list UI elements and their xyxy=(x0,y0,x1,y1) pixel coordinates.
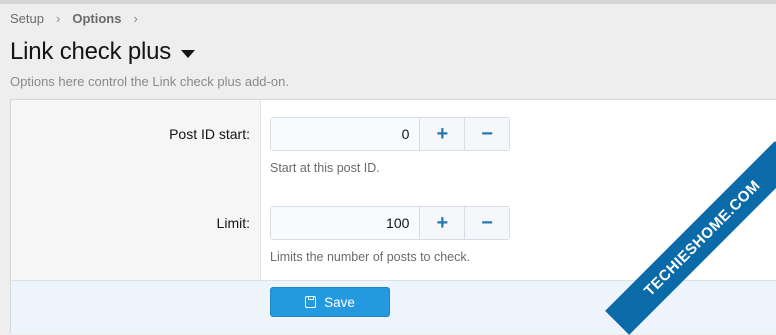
post-id-start-label: Post ID start: xyxy=(169,126,250,142)
plus-icon[interactable]: + xyxy=(420,207,465,239)
breadcrumb-item-options[interactable]: Options xyxy=(72,11,121,26)
save-button-label: Save xyxy=(324,294,355,310)
post-id-start-input[interactable]: 0 xyxy=(271,118,421,150)
page-description: Options here control the Link check plus… xyxy=(10,74,289,89)
minus-icon[interactable]: − xyxy=(464,207,510,239)
limit-stepper: 100 + − xyxy=(270,206,510,240)
page-title: Link check plus xyxy=(10,38,172,65)
post-id-start-stepper: 0 + − xyxy=(270,117,510,151)
limit-input[interactable]: 100 xyxy=(271,207,421,239)
post-id-start-hint: Start at this post ID. xyxy=(270,161,380,175)
chevron-right-icon: › xyxy=(55,11,61,26)
limit-hint: Limits the number of posts to check. xyxy=(270,250,471,264)
title-row[interactable]: Link check plus xyxy=(10,38,196,66)
caret-down-icon[interactable] xyxy=(181,50,196,58)
plus-icon[interactable]: + xyxy=(420,118,465,150)
limit-label: Limit: xyxy=(216,215,250,231)
chevron-right-icon: › xyxy=(133,11,138,26)
breadcrumb-item-setup[interactable]: Setup xyxy=(10,11,44,26)
top-bar xyxy=(0,0,776,4)
breadcrumb: Setup › Options › xyxy=(10,11,150,26)
save-disk-icon xyxy=(305,296,317,308)
minus-icon[interactable]: − xyxy=(464,118,510,150)
save-button[interactable]: Save xyxy=(270,287,390,317)
